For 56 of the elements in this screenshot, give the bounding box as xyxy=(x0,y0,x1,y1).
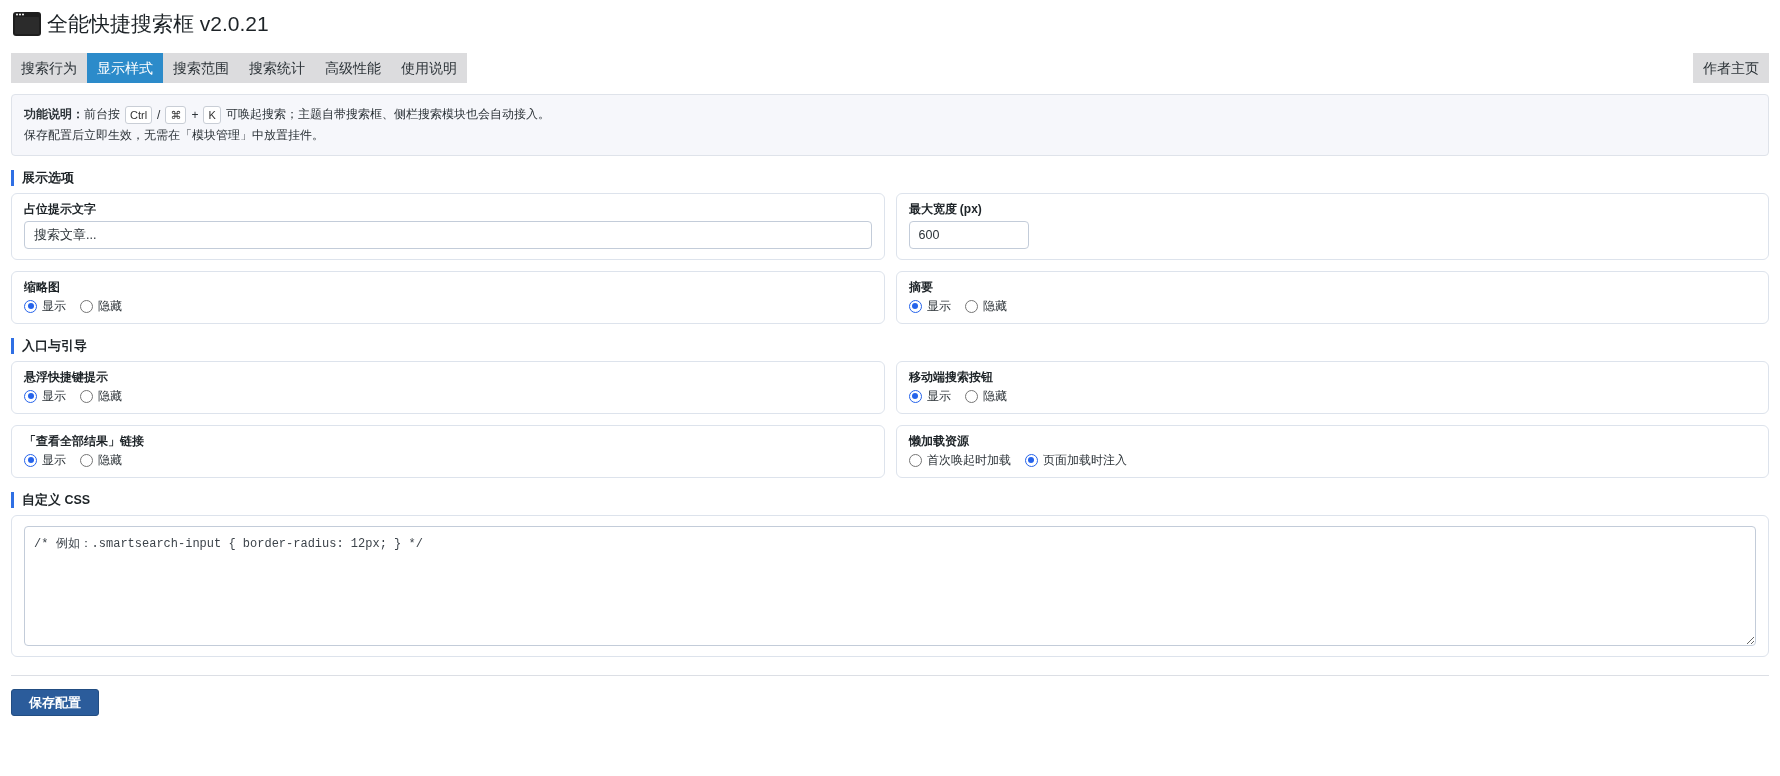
notice-text: / xyxy=(157,107,161,122)
radio-button[interactable] xyxy=(80,453,93,467)
css-textarea[interactable]: /* 例如：.smartsearch-input { border-radius: 12px; } */ xyxy=(24,526,1756,646)
text-field[interactable]: 搜索文章... xyxy=(24,221,872,249)
radio-button[interactable] xyxy=(24,453,37,467)
radio-label[interactable]: 显示 xyxy=(42,297,66,315)
section-heading: 自定义 CSS xyxy=(11,492,1769,508)
notice-text: 可唤起搜索；主题自带搜索框、侧栏搜索模块也会自动接入。 xyxy=(225,106,550,123)
radio-button[interactable] xyxy=(964,299,978,313)
key-cap: ⌘ xyxy=(165,105,187,124)
tab[interactable]: 搜索统计 xyxy=(239,53,315,83)
radio-label[interactable]: 隐藏 xyxy=(982,387,1007,405)
radio-label[interactable]: 页面加载时注入 xyxy=(1042,451,1127,469)
notice-text: 功能说明：前台按 xyxy=(24,106,120,123)
radio-label[interactable]: 显示 xyxy=(42,387,66,405)
field-label: 缩略图 xyxy=(24,279,60,295)
radio-button[interactable] xyxy=(80,299,93,313)
window-icon xyxy=(13,12,41,36)
radio-button[interactable] xyxy=(80,389,93,403)
notice-text: + xyxy=(191,107,199,122)
radio-label[interactable]: 隐藏 xyxy=(982,297,1007,315)
radio-button[interactable] xyxy=(908,299,922,313)
radio-label[interactable]: 隐藏 xyxy=(98,451,122,469)
tab[interactable]: 搜索范围 xyxy=(163,53,239,83)
radio-label[interactable]: 显示 xyxy=(42,451,66,469)
field-label: 占位提示文字 xyxy=(24,201,96,217)
field-label: 摘要 xyxy=(908,279,933,295)
field-label: 懒加载资源 xyxy=(908,433,969,449)
notice-text: 保存配置后立即生效，无需在「模块管理」中放置挂件。 xyxy=(24,127,324,144)
radio-label[interactable]: 隐藏 xyxy=(98,297,122,315)
radio-button[interactable] xyxy=(964,389,978,403)
save-button[interactable]: 保存配置 xyxy=(11,689,99,716)
radio-button[interactable] xyxy=(1024,453,1038,467)
tab[interactable]: 使用说明 xyxy=(391,53,467,83)
field-label: 「查看全部结果」链接 xyxy=(24,433,144,449)
radio-label[interactable]: 隐藏 xyxy=(98,387,122,405)
radio-button[interactable] xyxy=(24,299,37,313)
author-link[interactable]: 作者主页 xyxy=(1693,53,1769,83)
field-label: 移动端搜索按钮 xyxy=(908,369,993,385)
radio-button[interactable] xyxy=(908,389,922,403)
radio-button[interactable] xyxy=(24,389,37,403)
radio-button[interactable] xyxy=(908,453,922,467)
key-cap: Ctrl xyxy=(125,105,153,124)
tab[interactable]: 搜索行为 xyxy=(11,53,87,83)
radio-label[interactable]: 显示 xyxy=(926,297,951,315)
section-heading: 展示选项 xyxy=(11,170,1769,186)
key-cap: K xyxy=(203,105,221,124)
section-heading: 入口与引导 xyxy=(11,338,1769,354)
number-field[interactable]: 600 xyxy=(908,221,1029,249)
radio-label[interactable]: 显示 xyxy=(926,387,951,405)
tab[interactable]: 显示样式 xyxy=(87,53,163,83)
tab[interactable]: 高级性能 xyxy=(315,53,391,83)
radio-label[interactable]: 首次唤起时加载 xyxy=(926,451,1011,469)
field-label: 悬浮快捷键提示 xyxy=(24,369,108,385)
field-label: 最大宽度 (px) xyxy=(908,201,982,217)
page-title: 全能快捷搜索框 v2.0.21 xyxy=(47,11,269,37)
